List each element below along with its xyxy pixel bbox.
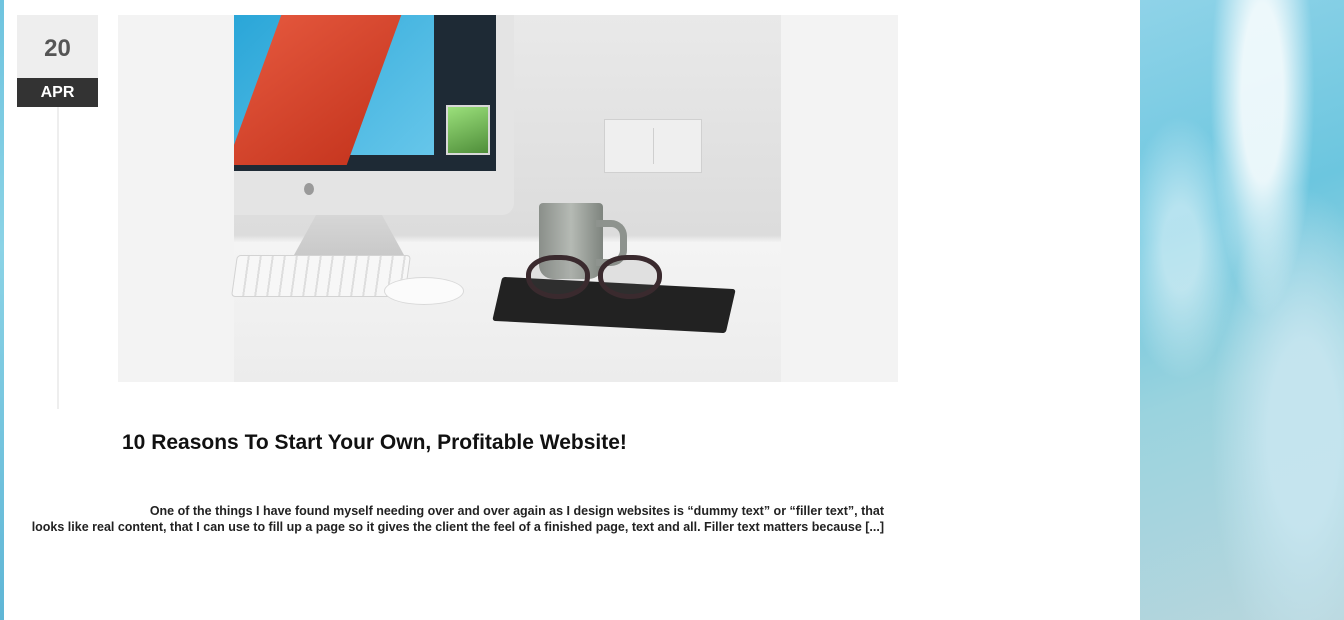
post-date-month: APR (17, 78, 98, 107)
post-excerpt-line-1: One of the things I have found myself ne… (149, 504, 884, 518)
monitor-stand (294, 215, 404, 255)
featured-photo (231, 15, 781, 382)
post-featured-image[interactable] (118, 15, 898, 382)
timeline-line (57, 107, 59, 409)
post-date-badge: 20 APR (17, 15, 98, 107)
post-excerpt: One of the things I have found myself ne… (0, 503, 884, 535)
post-title[interactable]: 10 Reasons To Start Your Own, Profitable… (122, 431, 627, 455)
mouse-illustration (384, 277, 464, 305)
background-panel (1140, 0, 1344, 620)
monitor-illustration (234, 15, 514, 215)
wall-switch-illustration (604, 119, 702, 173)
post-date-day: 20 (17, 15, 98, 78)
glasses-illustration (526, 255, 676, 299)
read-more-link[interactable]: [...] (865, 520, 884, 534)
apple-logo-icon (304, 183, 314, 195)
post-excerpt-line-2: looks like real content, that I can use … (31, 520, 862, 534)
monitor-screen (234, 15, 496, 171)
